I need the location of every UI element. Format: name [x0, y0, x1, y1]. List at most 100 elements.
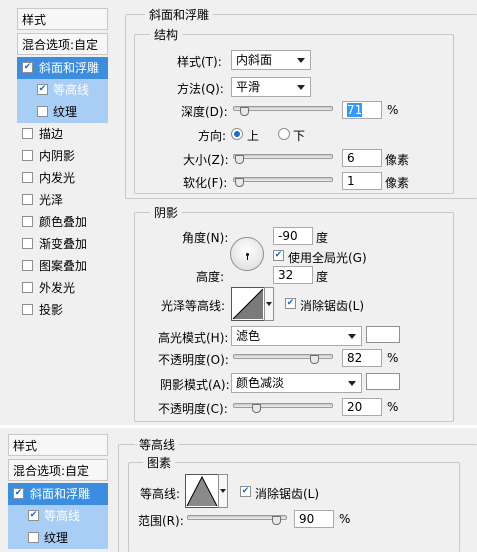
shadow-color-swatch[interactable]	[366, 373, 400, 390]
altitude-input[interactable]: 32	[273, 266, 313, 284]
depth-input[interactable]: 71	[342, 101, 382, 119]
shadow-mode-select[interactable]: 颜色减淡	[231, 373, 362, 393]
sidebar-item-label: 等高线	[44, 509, 81, 523]
sidebar-item[interactable]: 内发光	[17, 167, 108, 189]
shadow-opacity-input[interactable]: 20	[342, 398, 382, 416]
sidebar-item[interactable]: 渐变叠加	[17, 233, 108, 255]
size-slider[interactable]	[233, 154, 333, 159]
sidebar-item-checkbox[interactable]	[22, 260, 33, 271]
highlight-color-swatch[interactable]	[366, 326, 400, 343]
elements-group	[128, 462, 460, 552]
highlight-mode-select[interactable]: 滤色	[231, 326, 362, 346]
sidebar-item-checkbox[interactable]	[22, 194, 33, 205]
angle-dial[interactable]	[230, 237, 264, 271]
soften-slider-thumb[interactable]	[234, 178, 244, 187]
altitude-unit: 度	[316, 270, 329, 284]
style-label: 样式(T):	[177, 55, 222, 69]
gloss-antialias-label: 消除锯齿(L)	[300, 299, 365, 313]
sidebar-item-label: 外发光	[39, 281, 76, 295]
sidebar-item-checkbox[interactable]	[22, 282, 33, 293]
highlight-opacity-label: 不透明度(O):	[158, 353, 229, 367]
depth-slider-thumb[interactable]	[239, 107, 249, 116]
soften-slider[interactable]	[233, 177, 333, 182]
altitude-label: 高度:	[196, 270, 225, 284]
sidebar-item[interactable]: 斜面和浮雕	[17, 57, 108, 79]
sidebar-item[interactable]: 外发光	[17, 277, 108, 299]
sidebar-item-checkbox[interactable]	[28, 532, 39, 543]
gloss-contour-preview[interactable]	[231, 287, 265, 321]
highlight-opacity-thumb[interactable]	[310, 355, 320, 364]
direction-up-radio[interactable]	[231, 128, 243, 140]
sidebar-item-checkbox[interactable]	[28, 510, 39, 521]
angle-input[interactable]: -90	[273, 227, 313, 245]
sidebar-item-checkbox[interactable]	[22, 172, 33, 183]
sidebar-item[interactable]: 纹理	[8, 527, 108, 549]
sidebar-item-label: 颜色叠加	[39, 215, 88, 229]
sidebar-item-label: 内发光	[39, 171, 76, 185]
sidebar-blend-options[interactable]: 混合选项:自定	[17, 33, 108, 55]
method-select[interactable]: 平滑	[231, 77, 311, 97]
contour-label: 等高线:	[140, 487, 181, 501]
angle-dial-needle	[247, 255, 248, 260]
soften-label: 软化(F):	[183, 176, 228, 190]
shadow-opacity-unit: %	[387, 400, 399, 414]
shadow-opacity-thumb[interactable]	[251, 404, 261, 413]
soften-input[interactable]: 1	[342, 172, 382, 190]
size-label: 大小(Z):	[183, 153, 229, 167]
sidebar-item-label: 纹理	[53, 105, 78, 119]
sidebar-item-checkbox[interactable]	[22, 150, 33, 161]
contour-dropdown[interactable]	[218, 474, 228, 508]
size-input[interactable]: 6	[342, 149, 382, 167]
chevron-down-icon	[348, 381, 356, 386]
contour-title: 等高线	[135, 436, 180, 453]
angle-label: 角度(N):	[182, 231, 229, 245]
contour-preview[interactable]	[185, 474, 219, 508]
sidebar-item[interactable]: 图案叠加	[17, 255, 108, 277]
direction-up-label: 上	[247, 129, 260, 143]
sidebar-item[interactable]: 斜面和浮雕	[8, 483, 108, 505]
sidebar-header[interactable]: 样式	[17, 8, 108, 30]
shadow-mode-value: 颜色减淡	[236, 376, 285, 390]
direction-down-label: 下	[293, 129, 306, 143]
gloss-contour-label: 光泽等高线:	[161, 299, 226, 313]
sidebar-item-checkbox[interactable]	[37, 84, 48, 95]
shading-title: 阴影	[150, 204, 183, 221]
sidebar-item[interactable]: 光泽	[17, 189, 108, 211]
style-value: 内斜面	[236, 53, 273, 67]
soften-unit: 像素	[385, 176, 410, 190]
highlight-opacity-input[interactable]: 82	[342, 349, 382, 367]
contour-linear-icon	[232, 288, 264, 320]
sidebar-header[interactable]: 样式	[8, 434, 108, 456]
shadow-opacity-slider[interactable]	[233, 403, 333, 408]
depth-label: 深度(D):	[181, 105, 228, 119]
sidebar-item-checkbox[interactable]	[22, 62, 33, 73]
sidebar-item[interactable]: 等高线	[17, 79, 108, 101]
size-slider-thumb[interactable]	[234, 155, 244, 164]
sidebar-item-checkbox[interactable]	[13, 488, 24, 499]
sidebar-item[interactable]: 描边	[17, 123, 108, 145]
sidebar-item[interactable]: 内阴影	[17, 145, 108, 167]
shadow-opacity-label: 不透明度(C):	[158, 402, 228, 416]
sidebar-item[interactable]: 等高线	[8, 505, 108, 527]
sidebar-item-checkbox[interactable]	[22, 238, 33, 249]
sidebar-item-checkbox[interactable]	[22, 216, 33, 227]
method-label: 方法(Q):	[177, 82, 224, 96]
sidebar-item-checkbox[interactable]	[22, 304, 33, 315]
sidebar-item-label: 图案叠加	[39, 259, 88, 273]
range-slider-thumb[interactable]	[271, 516, 281, 525]
contour-antialias-label: 消除锯齿(L)	[255, 487, 320, 501]
elements-title: 图素	[143, 454, 176, 471]
contour-antialias-checkbox[interactable]	[240, 486, 251, 497]
range-input[interactable]: 90	[294, 510, 334, 528]
sidebar-item[interactable]: 颜色叠加	[17, 211, 108, 233]
style-select[interactable]: 内斜面	[231, 50, 311, 70]
sidebar-item-checkbox[interactable]	[22, 128, 33, 139]
gloss-contour-dropdown[interactable]	[264, 287, 274, 321]
sidebar-item-checkbox[interactable]	[37, 106, 48, 117]
gloss-antialias-checkbox[interactable]	[285, 298, 296, 309]
sidebar-item[interactable]: 投影	[17, 299, 108, 321]
sidebar-item[interactable]: 纹理	[17, 101, 108, 123]
global-light-checkbox[interactable]	[273, 250, 284, 261]
direction-down-radio[interactable]	[278, 128, 290, 140]
sidebar-blend-options[interactable]: 混合选项:自定	[8, 459, 108, 481]
